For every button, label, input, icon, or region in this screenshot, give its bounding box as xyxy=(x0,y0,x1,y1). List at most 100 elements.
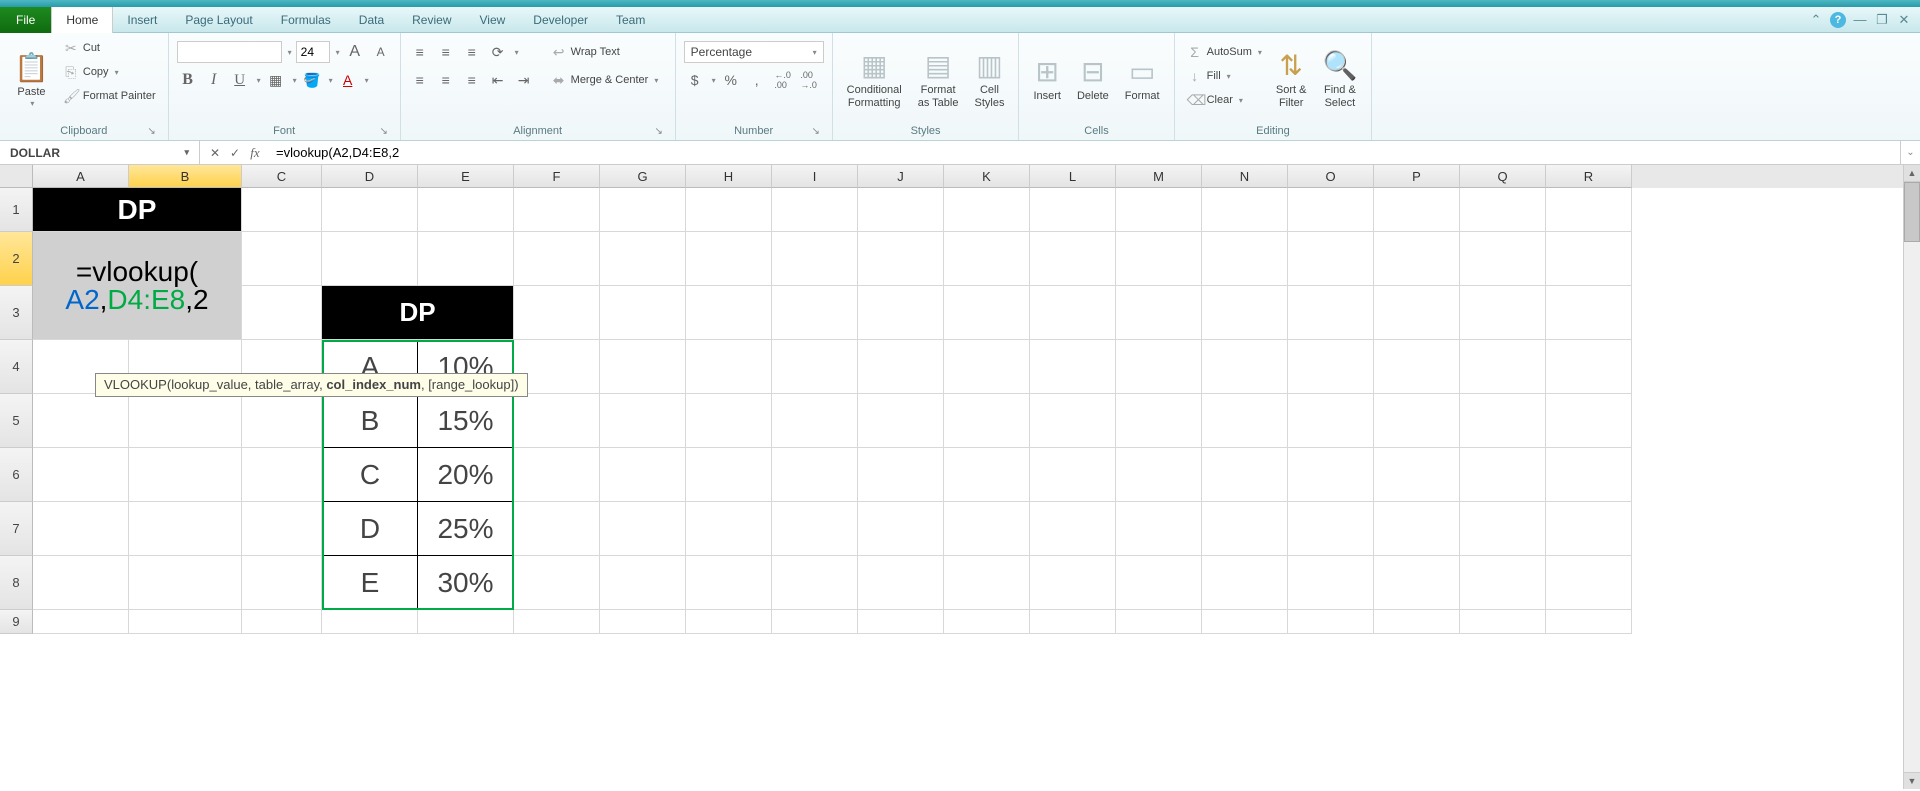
bold-button[interactable]: B xyxy=(177,69,199,91)
sort-filter-button[interactable]: ⇅Sort & Filter xyxy=(1270,37,1313,121)
copy-button[interactable]: ⎘Copy▾ xyxy=(59,61,160,83)
cell-O7[interactable] xyxy=(1288,502,1374,556)
cell-N7[interactable] xyxy=(1202,502,1288,556)
font-dialog-launcher[interactable]: ↘ xyxy=(378,126,390,138)
cell-C2[interactable] xyxy=(242,232,322,286)
tab-formulas[interactable]: Formulas xyxy=(267,7,345,33)
cell-H3[interactable] xyxy=(686,286,772,340)
col-header-R[interactable]: R xyxy=(1546,165,1632,188)
cell-P1[interactable] xyxy=(1374,188,1460,232)
cell-K6[interactable] xyxy=(944,448,1030,502)
cell-L6[interactable] xyxy=(1030,448,1116,502)
cell-C6[interactable] xyxy=(242,448,322,502)
font-color-button[interactable]: A xyxy=(337,69,359,91)
cell-A5[interactable] xyxy=(33,394,129,448)
cell-F6[interactable] xyxy=(514,448,600,502)
alignment-dialog-launcher[interactable]: ↘ xyxy=(653,126,665,138)
format-as-table-button[interactable]: ▤Format as Table xyxy=(912,37,965,121)
col-header-M[interactable]: M xyxy=(1116,165,1202,188)
tab-insert[interactable]: Insert xyxy=(113,7,171,33)
cell-D2[interactable] xyxy=(322,232,418,286)
delete-cells-button[interactable]: ⊟Delete xyxy=(1071,37,1115,121)
decrease-decimal-button[interactable]: .00→.0 xyxy=(798,69,820,91)
cell-K9[interactable] xyxy=(944,610,1030,634)
format-painter-button[interactable]: 🖌Format Painter xyxy=(59,85,160,107)
insert-cells-button[interactable]: ⊞Insert xyxy=(1027,37,1067,121)
cell-O1[interactable] xyxy=(1288,188,1374,232)
cell-Q9[interactable] xyxy=(1460,610,1546,634)
cell-G9[interactable] xyxy=(600,610,686,634)
cell-G6[interactable] xyxy=(600,448,686,502)
cell-I6[interactable] xyxy=(772,448,858,502)
name-box[interactable]: DOLLAR ▾ xyxy=(0,141,200,164)
cell-E1[interactable] xyxy=(418,188,514,232)
row-header-5[interactable]: 5 xyxy=(0,394,33,448)
cell-M3[interactable] xyxy=(1116,286,1202,340)
cell-E7[interactable]: 25% xyxy=(418,502,514,556)
row-header-4[interactable]: 4 xyxy=(0,340,33,394)
formula-input[interactable] xyxy=(270,141,1900,164)
cell-I8[interactable] xyxy=(772,556,858,610)
row-header-2[interactable]: 2 xyxy=(0,232,33,286)
font-size-dropdown-icon[interactable]: ▾ xyxy=(336,48,340,57)
format-cells-button[interactable]: ▭Format xyxy=(1119,37,1166,121)
cell-K8[interactable] xyxy=(944,556,1030,610)
cell-G2[interactable] xyxy=(600,232,686,286)
clipboard-dialog-launcher[interactable]: ↘ xyxy=(146,126,158,138)
row-header-7[interactable]: 7 xyxy=(0,502,33,556)
window-close-icon[interactable]: ✕ xyxy=(1896,12,1912,28)
cell-K1[interactable] xyxy=(944,188,1030,232)
cell-M9[interactable] xyxy=(1116,610,1202,634)
expand-formula-bar-button[interactable]: ⌄ xyxy=(1900,141,1920,164)
cell-M5[interactable] xyxy=(1116,394,1202,448)
cell-L2[interactable] xyxy=(1030,232,1116,286)
tab-developer[interactable]: Developer xyxy=(519,7,602,33)
cell-F1[interactable] xyxy=(514,188,600,232)
cell-C1[interactable] xyxy=(242,188,322,232)
cell-J8[interactable] xyxy=(858,556,944,610)
cell-R3[interactable] xyxy=(1546,286,1632,340)
number-format-dropdown[interactable]: Percentage▾ xyxy=(684,41,824,63)
cell-B9[interactable] xyxy=(129,610,242,634)
grow-font-button[interactable]: A xyxy=(344,41,366,63)
align-left-button[interactable]: ≡ xyxy=(409,69,431,91)
cell-J6[interactable] xyxy=(858,448,944,502)
cell-D8[interactable]: E xyxy=(322,556,418,610)
cell-I9[interactable] xyxy=(772,610,858,634)
number-dialog-launcher[interactable]: ↘ xyxy=(810,126,822,138)
shrink-font-button[interactable]: A xyxy=(370,41,392,63)
cell-D9[interactable] xyxy=(322,610,418,634)
cell-M2[interactable] xyxy=(1116,232,1202,286)
align-middle-button[interactable]: ≡ xyxy=(435,41,457,63)
cell-A1[interactable]: DP xyxy=(33,188,242,232)
cell-I3[interactable] xyxy=(772,286,858,340)
cell-N8[interactable] xyxy=(1202,556,1288,610)
cell-H9[interactable] xyxy=(686,610,772,634)
cell-H2[interactable] xyxy=(686,232,772,286)
cell-R4[interactable] xyxy=(1546,340,1632,394)
italic-button[interactable]: I xyxy=(203,69,225,91)
minimize-ribbon-icon[interactable]: ⌃ xyxy=(1808,12,1824,28)
window-restore-icon[interactable]: ❐ xyxy=(1874,12,1890,28)
cell-C9[interactable] xyxy=(242,610,322,634)
cell-O9[interactable] xyxy=(1288,610,1374,634)
font-name-input[interactable] xyxy=(177,41,282,63)
align-bottom-button[interactable]: ≡ xyxy=(461,41,483,63)
wrap-text-button[interactable]: ↩Wrap Text xyxy=(547,41,663,63)
cell-F5[interactable] xyxy=(514,394,600,448)
cell-J2[interactable] xyxy=(858,232,944,286)
cell-N2[interactable] xyxy=(1202,232,1288,286)
align-center-button[interactable]: ≡ xyxy=(435,69,457,91)
enter-formula-button[interactable]: ✓ xyxy=(226,144,244,162)
cell-M7[interactable] xyxy=(1116,502,1202,556)
col-header-G[interactable]: G xyxy=(600,165,686,188)
scroll-up-button[interactable]: ▲ xyxy=(1904,165,1920,182)
cut-button[interactable]: ✂Cut xyxy=(59,37,160,59)
cell-P9[interactable] xyxy=(1374,610,1460,634)
col-header-D[interactable]: D xyxy=(322,165,418,188)
cell-L3[interactable] xyxy=(1030,286,1116,340)
cell-F3[interactable] xyxy=(514,286,600,340)
col-header-N[interactable]: N xyxy=(1202,165,1288,188)
cell-J1[interactable] xyxy=(858,188,944,232)
cell-G8[interactable] xyxy=(600,556,686,610)
